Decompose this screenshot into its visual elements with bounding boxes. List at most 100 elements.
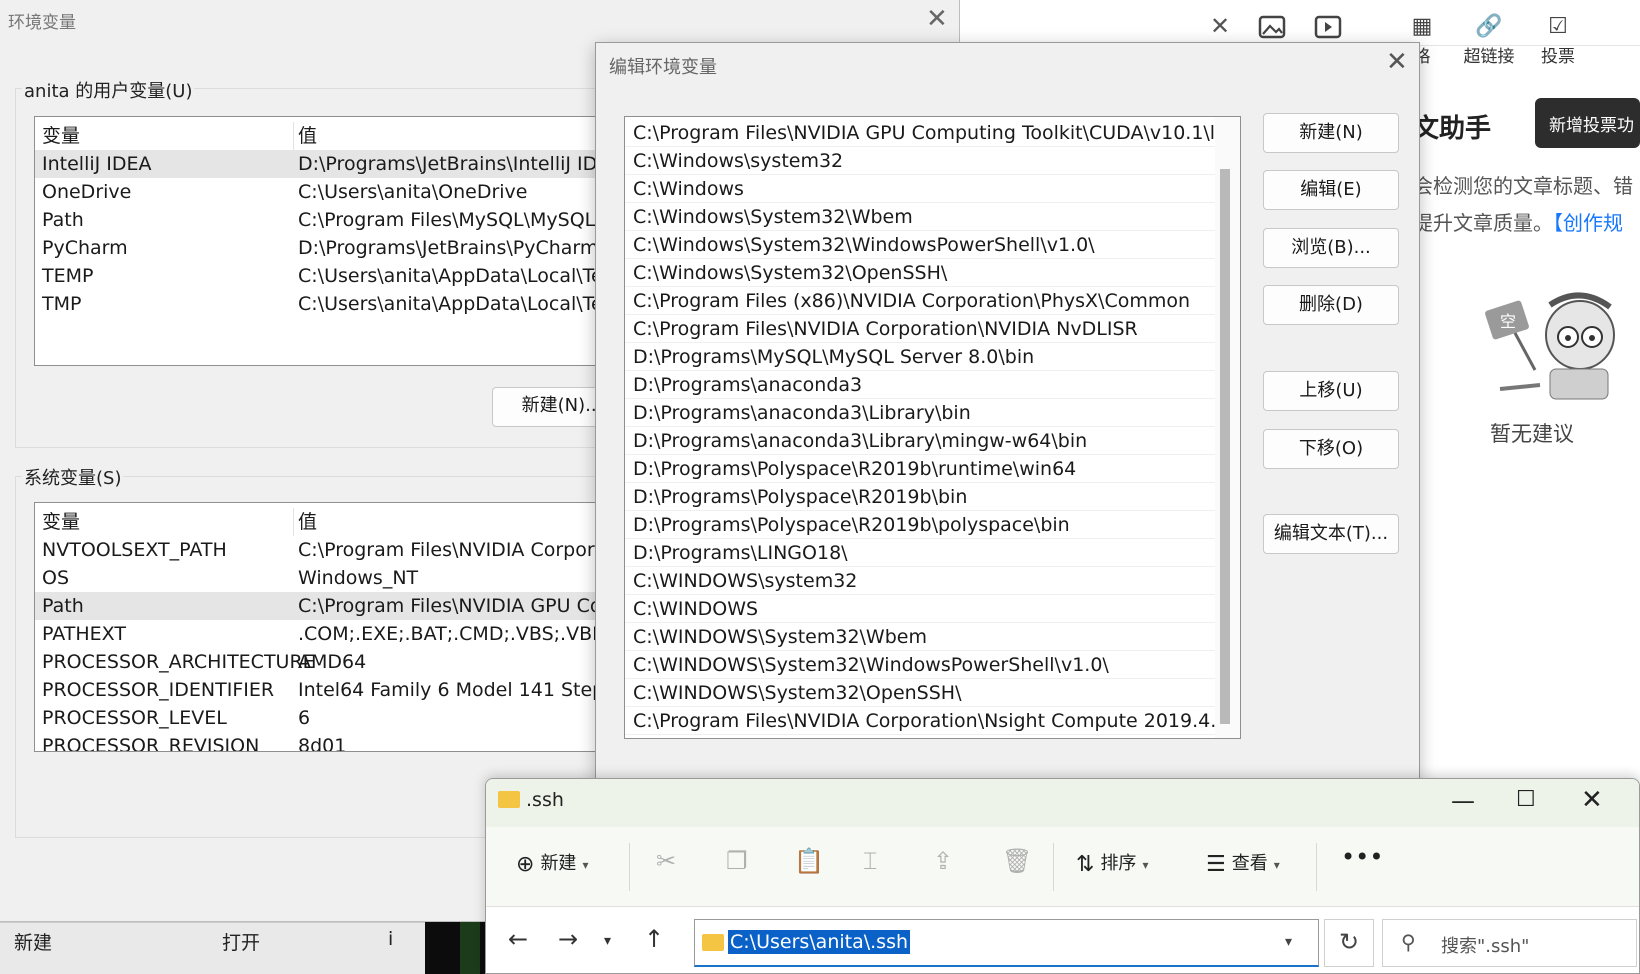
list-item[interactable]: D:\Programs\LINGO18\ [625, 539, 1215, 567]
vote-icon: ☑ [1548, 14, 1568, 39]
paste-icon[interactable]: 📋 [794, 847, 824, 875]
list-item[interactable]: C:\Windows\system32 [625, 147, 1215, 175]
address-bar[interactable]: C:\Users\anita\.ssh ▾ [694, 919, 1319, 967]
variable-value: C:\Program Files\NVIDIA Corpora [298, 539, 607, 561]
variable-value: D:\Programs\JetBrains\IntelliJ IDE [298, 153, 610, 175]
new-button[interactable]: 新建(N) [1263, 113, 1399, 153]
column-header-value[interactable]: 值 [298, 508, 317, 536]
chevron-down-icon: ▾ [1273, 858, 1280, 872]
variable-name: TEMP [42, 265, 94, 287]
list-item[interactable]: C:\WINDOWS\System32\OpenSSH\ [625, 679, 1215, 707]
explorer-command-bar: ⊕ 新建 ▾ ✂ ❐ 📋 ⌶ ⇪ 🗑 ⇅ 排序 ▾ ☰ 查看 ▾ ••• [486, 827, 1639, 907]
tooltip: 新增投票功 [1535, 98, 1640, 148]
underlying-open-button[interactable]: 打开 [222, 928, 260, 955]
list-item[interactable]: C:\Program Files (x86)\NVIDIA Corporatio… [625, 287, 1215, 315]
share-icon[interactable]: ⇪ [933, 847, 953, 875]
rename-icon[interactable]: ⌶ [863, 847, 877, 875]
close-icon[interactable]: ✕ [1581, 785, 1603, 815]
column-header-value[interactable]: 值 [298, 122, 317, 150]
video-icon[interactable] [1313, 14, 1343, 40]
edit-text-button[interactable]: 编辑文本(T)... [1263, 514, 1399, 554]
explorer-titlebar: .ssh — ☐ ✕ [486, 779, 1639, 827]
variable-name: PROCESSOR_REVISION [42, 735, 260, 752]
list-item[interactable]: C:\Program Files\NVIDIA Corporation\Nsig… [625, 707, 1215, 735]
delete-icon[interactable]: 🗑 [1002, 847, 1032, 875]
up-arrow-icon[interactable]: ↑ [644, 925, 664, 953]
tooltip-text: 新增投票功 [1549, 116, 1634, 136]
list-item[interactable]: D:\Programs\MySQL\MySQL Server 8.0\bin [625, 343, 1215, 371]
list-item[interactable]: C:\Program Files\NVIDIA Corporation\NVID… [625, 315, 1215, 343]
list-item[interactable]: D:\Programs\Polyspace\R2019b\runtime\win… [625, 455, 1215, 483]
scrollbar-thumb[interactable] [1220, 169, 1230, 724]
variable-name: IntelliJ IDEA [42, 153, 152, 175]
assistant-description: 会检测您的文章标题、错 [1413, 174, 1633, 198]
variable-name: Path [42, 595, 84, 617]
column-header-variable[interactable]: 变量 [42, 122, 80, 150]
variable-value: C:\Users\anita\AppData\Local\Ter [298, 293, 611, 315]
list-item[interactable]: C:\Windows\System32\OpenSSH\ [625, 259, 1215, 287]
toolbar-vote-label: 投票 [1541, 47, 1575, 67]
view-menu-label: 查看 [1231, 853, 1268, 874]
path-entries-list[interactable]: C:\Program Files\NVIDIA GPU Computing To… [624, 116, 1241, 739]
column-header-variable[interactable]: 变量 [42, 508, 80, 536]
system-variables-label: 系统变量(S) [22, 464, 124, 490]
variable-name: PROCESSOR_LEVEL [42, 707, 227, 729]
more-options-icon[interactable]: ••• [1341, 843, 1383, 871]
move-up-button[interactable]: 上移(U) [1263, 371, 1399, 411]
explorer-title: .ssh [526, 789, 564, 811]
list-item[interactable]: C:\Program Files\NVIDIA GPU Computing To… [625, 119, 1215, 147]
search-input[interactable]: ⚲ 搜索".ssh" [1382, 919, 1637, 967]
close-icon[interactable]: ✕ [926, 4, 948, 34]
variable-value: .COM;.EXE;.BAT;.CMD;.VBS;.VBE;.JS [298, 623, 635, 645]
browse-button[interactable]: 浏览(B)... [1263, 228, 1399, 268]
list-item[interactable]: D:\Programs\Polyspace\R2019b\polyspace\b… [625, 511, 1215, 539]
toolbar-hyperlink[interactable]: 🔗 超链接 [1453, 12, 1525, 67]
address-text[interactable]: C:\Users\anita\.ssh [728, 930, 911, 954]
variable-value: 6 [298, 707, 311, 729]
list-item[interactable]: C:\WINDOWS\System32\WindowsPowerShell\v1… [625, 651, 1215, 679]
list-item[interactable]: D:\Programs\anaconda3\Library\mingw-w64\… [625, 427, 1215, 455]
copy-icon[interactable]: ❐ [726, 847, 748, 875]
list-item[interactable]: C:\Windows [625, 175, 1215, 203]
cut-icon[interactable]: ✂ [656, 847, 676, 875]
background-close-icon[interactable]: ✕ [1210, 12, 1230, 40]
edit-button[interactable]: 编辑(E) [1263, 170, 1399, 210]
maximize-icon[interactable]: ☐ [1516, 787, 1536, 812]
chevron-down-icon[interactable]: ▾ [1285, 934, 1292, 950]
refresh-icon[interactable]: ↻ [1324, 919, 1374, 967]
folder-icon [702, 934, 724, 951]
assistant-description-2: 提升文章质量。【创作规 [1413, 207, 1623, 236]
list-item[interactable]: D:\Programs\Polyspace\R2019b\bin [625, 483, 1215, 511]
view-list-icon: ☰ [1206, 852, 1226, 877]
minimize-icon[interactable]: — [1451, 787, 1475, 815]
assistant-guideline-link[interactable]: 【创作规 [1553, 211, 1623, 235]
list-item[interactable]: C:\WINDOWS\system32 [625, 567, 1215, 595]
variable-name: OS [42, 567, 70, 589]
close-icon[interactable]: ✕ [1386, 47, 1408, 77]
variable-value: Intel64 Family 6 Model 141 Stepp [298, 679, 617, 701]
new-menu-button[interactable]: ⊕ 新建 ▾ [516, 849, 588, 877]
recent-locations-chevron-icon[interactable]: ▾ [604, 933, 611, 949]
list-item[interactable]: D:\Programs\anaconda3 [625, 371, 1215, 399]
sort-menu-button[interactable]: ⇅ 排序 ▾ [1076, 849, 1148, 877]
list-item[interactable]: D:\Programs\anaconda3\Library\bin [625, 399, 1215, 427]
forward-arrow-icon[interactable]: → [558, 925, 578, 953]
move-down-button[interactable]: 下移(O) [1263, 429, 1399, 469]
variable-value: C:\Users\anita\OneDrive [298, 181, 528, 203]
variable-value: Windows_NT [298, 567, 419, 589]
list-item[interactable]: C:\Windows\System32\WindowsPowerShell\v1… [625, 231, 1215, 259]
link-icon: 🔗 [1475, 14, 1503, 39]
variable-name: TMP [42, 293, 82, 315]
list-item[interactable]: C:\WINDOWS\System32\Wbem [625, 623, 1215, 651]
plus-circle-icon: ⊕ [516, 852, 535, 877]
delete-button[interactable]: 删除(D) [1263, 285, 1399, 325]
view-menu-button[interactable]: ☰ 查看 ▾ [1206, 849, 1280, 877]
list-item[interactable]: C:\Windows\System32\Wbem [625, 203, 1215, 231]
underlying-new-button[interactable]: 新建 [14, 928, 52, 955]
underlying-more-button[interactable]: i [388, 928, 393, 950]
list-item[interactable]: C:\WINDOWS [625, 595, 1215, 623]
back-arrow-icon[interactable]: ← [508, 925, 528, 953]
assistant-empty-state: 暂无建议 [1490, 422, 1574, 446]
image-icon[interactable] [1257, 14, 1287, 40]
toolbar-vote[interactable]: ☑ 投票 [1522, 12, 1594, 67]
